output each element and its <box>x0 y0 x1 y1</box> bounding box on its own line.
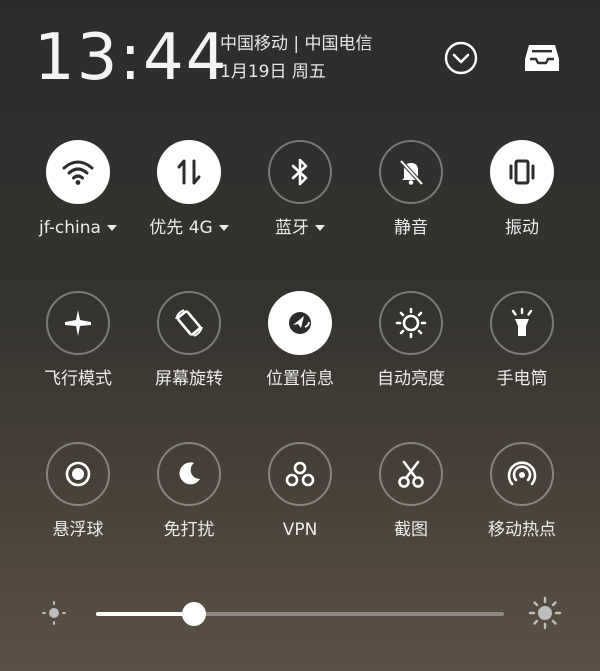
brightness-low-icon <box>42 601 66 625</box>
tile-hotspot-circle[interactable] <box>490 442 554 506</box>
wifi-icon <box>62 160 94 185</box>
tile-rotation-circle[interactable] <box>157 291 221 355</box>
carrier-names: 中国移动 | 中国电信 <box>220 34 373 54</box>
floating-ball-icon <box>65 461 91 487</box>
tile-vpn-circle[interactable] <box>268 442 332 506</box>
tile-screenshot[interactable]: 截图 <box>356 442 466 552</box>
brightness-control <box>0 592 600 636</box>
brightness-high-icon <box>528 596 562 630</box>
tile-bluetooth[interactable]: 蓝牙 <box>245 140 355 250</box>
dropdown-caret-icon <box>315 225 325 231</box>
tile-vibrate-circle[interactable] <box>490 140 554 204</box>
hotspot-icon <box>507 461 537 486</box>
tile-auto-brightness-text: 自动亮度 <box>377 369 445 389</box>
tile-vpn-label: VPN <box>283 520 318 540</box>
tile-location-text: 位置信息 <box>266 369 334 389</box>
tile-screenshot-label: 截图 <box>394 520 428 540</box>
tile-mobile-data-label: 优先 4G <box>149 218 229 238</box>
tile-auto-brightness-label: 自动亮度 <box>377 369 445 389</box>
tile-screenshot-text: 截图 <box>394 520 428 540</box>
tile-do-not-disturb-text: 免打扰 <box>163 520 215 540</box>
tile-mute-text: 静音 <box>394 218 428 238</box>
flashlight-icon <box>511 307 533 336</box>
chevron-down-circle-icon <box>444 41 478 75</box>
tile-location[interactable]: 位置信息 <box>245 291 355 401</box>
tile-do-not-disturb-label: 免打扰 <box>164 520 215 540</box>
tile-mute-circle[interactable] <box>379 140 443 204</box>
tile-rotation-label: 屏幕旋转 <box>155 369 223 389</box>
tile-wifi-text: jf-china <box>39 218 101 238</box>
tile-airplane[interactable]: 飞行模式 <box>23 291 133 401</box>
date-label: 1月19日 周五 <box>220 62 326 82</box>
tile-flashlight[interactable]: 手电筒 <box>467 291 577 401</box>
tile-bluetooth-text: 蓝牙 <box>275 218 309 238</box>
notification-tray-button[interactable] <box>522 38 562 78</box>
tile-mobile-data-text: 优先 4G <box>149 218 213 238</box>
tile-floating-ball-circle[interactable] <box>46 442 110 506</box>
tile-vpn-text: VPN <box>282 520 318 540</box>
tile-airplane-circle[interactable] <box>46 291 110 355</box>
airplane-icon <box>65 310 91 336</box>
tile-mute[interactable]: 静音 <box>356 140 466 250</box>
tile-vpn[interactable]: VPN <box>245 442 355 552</box>
tile-floating-ball-text: 悬浮球 <box>52 520 104 540</box>
tile-flashlight-text: 手电筒 <box>496 369 548 389</box>
tile-vibrate[interactable]: 振动 <box>467 140 577 250</box>
location-icon <box>289 312 311 334</box>
mobile-data-icon <box>177 159 201 185</box>
tile-mobile-data-circle[interactable] <box>157 140 221 204</box>
brightness-slider-thumb[interactable] <box>181 602 206 626</box>
tile-do-not-disturb-circle[interactable] <box>157 442 221 506</box>
clock-time: 13:44 <box>34 21 229 95</box>
tile-auto-brightness-circle[interactable] <box>379 291 443 355</box>
tile-vibrate-text: 振动 <box>505 218 539 238</box>
tile-vibrate-label: 振动 <box>505 218 539 238</box>
tile-hotspot-label: 移动热点 <box>488 520 556 540</box>
screenshot-scissors-icon <box>398 460 424 488</box>
tile-floating-ball[interactable]: 悬浮球 <box>23 442 133 552</box>
tile-flashlight-label: 手电筒 <box>497 369 548 389</box>
dropdown-caret-icon <box>106 225 117 231</box>
status-header: 13:44 中国移动 | 中国电信 1月19日 周五 <box>0 0 600 110</box>
brightness-slider-track[interactable] <box>96 602 504 626</box>
tile-rotation[interactable]: 屏幕旋转 <box>134 291 244 401</box>
tile-airplane-label: 飞行模式 <box>44 369 112 389</box>
moon-icon <box>179 462 200 485</box>
tile-hotspot[interactable]: 移动热点 <box>467 442 577 552</box>
tile-floating-ball-label: 悬浮球 <box>53 520 104 540</box>
bluetooth-icon <box>291 158 308 186</box>
tile-mute-label: 静音 <box>394 218 428 238</box>
tile-wifi[interactable]: jf-china <box>23 140 133 250</box>
collapse-button[interactable] <box>441 38 481 78</box>
tile-bluetooth-circle[interactable] <box>268 140 332 204</box>
vpn-icon <box>285 461 315 487</box>
inbox-tray-icon <box>525 45 559 71</box>
tile-do-not-disturb[interactable]: 免打扰 <box>134 442 244 552</box>
tile-auto-brightness[interactable]: 自动亮度 <box>356 291 466 401</box>
brightness-slider-fill <box>96 612 194 616</box>
tile-bluetooth-label: 蓝牙 <box>275 218 325 238</box>
tile-airplane-text: 飞行模式 <box>44 369 112 389</box>
tile-location-label: 位置信息 <box>266 369 334 389</box>
tile-location-circle[interactable] <box>268 291 332 355</box>
tile-hotspot-text: 移动热点 <box>488 520 556 540</box>
auto-brightness-icon <box>395 307 427 339</box>
vibrate-icon <box>509 159 535 185</box>
mute-icon <box>399 159 424 186</box>
tile-wifi-circle[interactable] <box>46 140 110 204</box>
tile-flashlight-circle[interactable] <box>490 291 554 355</box>
tile-mobile-data[interactable]: 优先 4G <box>134 140 244 250</box>
tile-rotation-text: 屏幕旋转 <box>155 369 223 389</box>
dropdown-caret-icon <box>218 225 229 231</box>
rotation-icon <box>175 309 203 337</box>
tile-screenshot-circle[interactable] <box>379 442 443 506</box>
tile-wifi-label: jf-china <box>39 218 117 238</box>
